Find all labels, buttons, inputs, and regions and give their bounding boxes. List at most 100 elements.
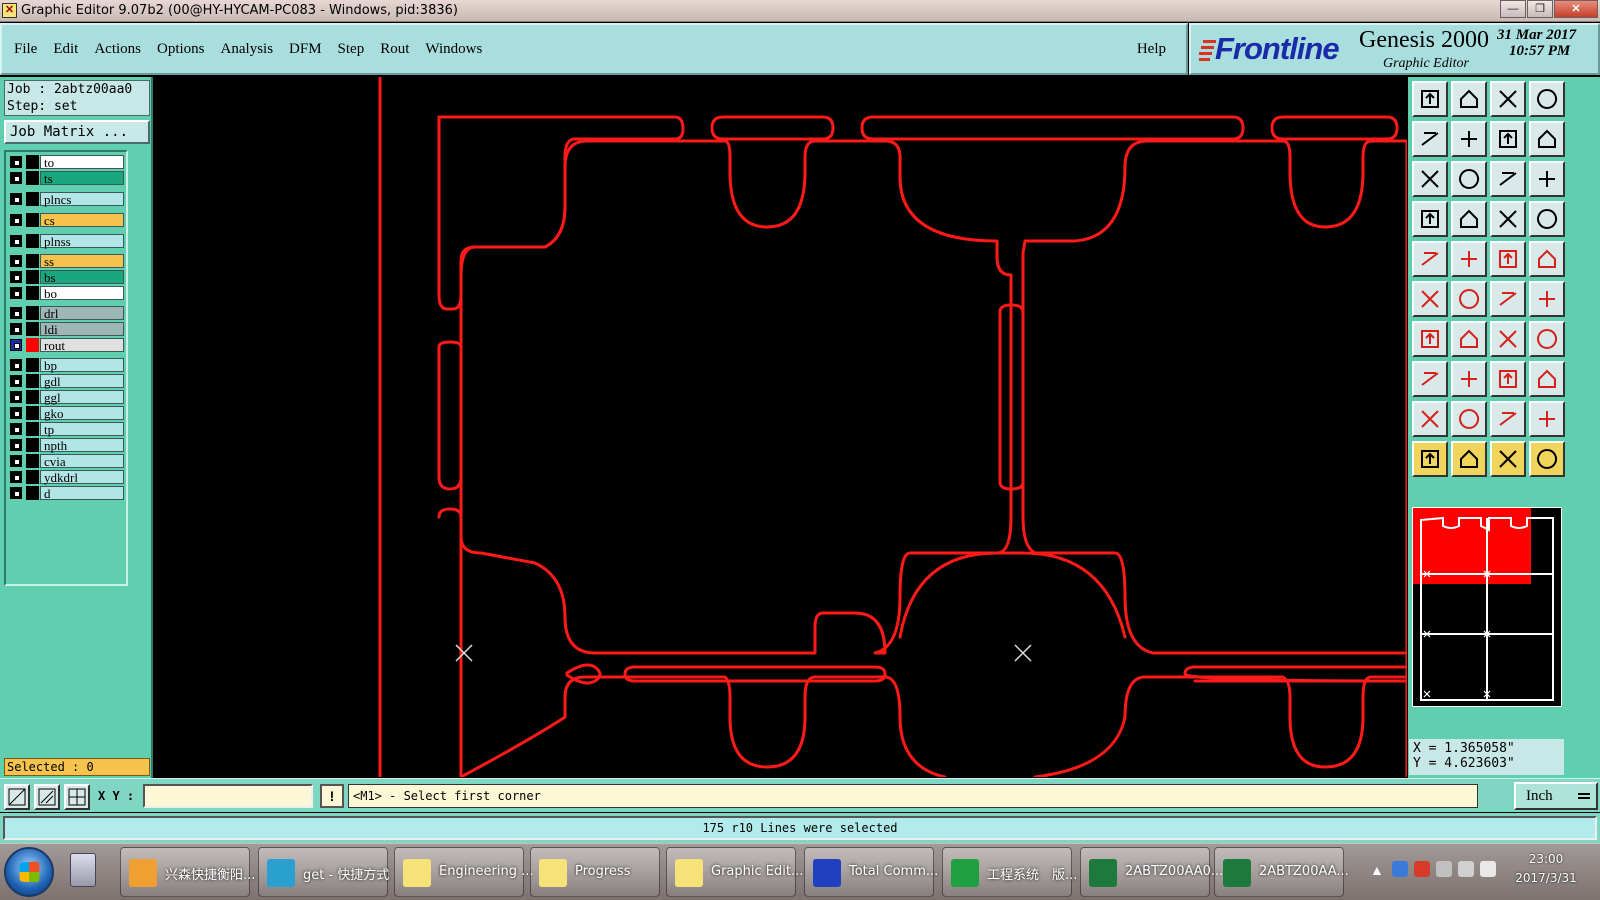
close-button[interactable]: ✕ <box>1554 0 1598 18</box>
edit-shape-button[interactable] <box>1451 241 1487 277</box>
layer-name[interactable]: tp <box>40 422 124 436</box>
fit-all-button[interactable] <box>1412 161 1448 197</box>
layer-checkbox[interactable] <box>10 214 22 226</box>
layer-row[interactable]: plnss <box>8 234 124 248</box>
menu-item[interactable]: Windows <box>425 41 482 58</box>
layer-checkbox[interactable] <box>10 487 22 499</box>
layer-row[interactable]: gdl <box>8 374 124 388</box>
layer-checkbox[interactable] <box>10 339 22 351</box>
slash-line-button[interactable] <box>1451 321 1487 357</box>
calculator-icon[interactable] <box>70 853 96 887</box>
layer-name[interactable]: rout <box>40 338 124 352</box>
mirror-button[interactable] <box>1529 321 1565 357</box>
tray-expand-icon[interactable]: ▲ <box>1370 862 1384 878</box>
select-pick-cursor-button[interactable] <box>1490 441 1526 477</box>
pan-right-button[interactable] <box>1451 121 1487 157</box>
menu-item[interactable]: File <box>14 41 37 58</box>
system-clock[interactable]: 23:00 2017/3/31 <box>1508 850 1584 888</box>
layer-name[interactable]: ss <box>40 254 124 268</box>
menu-item[interactable]: Options <box>157 41 205 58</box>
zoom-down-button[interactable] <box>1451 81 1487 117</box>
layer-name[interactable]: bo <box>40 286 124 300</box>
layer-row[interactable]: drl <box>8 306 124 320</box>
snap-tool-button[interactable] <box>4 784 30 810</box>
layer-name[interactable]: npth <box>40 438 124 452</box>
layers-toggle-button[interactable] <box>1529 201 1565 237</box>
layer-row[interactable]: npth <box>8 438 124 452</box>
layer-name[interactable]: bs <box>40 270 124 284</box>
layer-row[interactable]: bo <box>8 286 124 300</box>
redraw-button[interactable] <box>1529 121 1565 157</box>
layer-name[interactable]: ldi <box>40 322 124 336</box>
execute-button[interactable]: ! <box>320 784 344 808</box>
menu-item[interactable]: Step <box>338 41 365 58</box>
menu-item[interactable]: Actions <box>94 41 141 58</box>
point-add-button[interactable] <box>1529 281 1565 317</box>
layer-checkbox[interactable] <box>10 307 22 319</box>
xy-input[interactable] <box>143 784 313 808</box>
layer-row[interactable]: cs <box>8 213 124 227</box>
layer-checkbox[interactable] <box>10 391 22 403</box>
duplicate-button[interactable] <box>1529 361 1565 397</box>
start-button[interactable] <box>4 847 54 897</box>
rotate-arc-button[interactable] <box>1490 321 1526 357</box>
route-cursor-button[interactable] <box>1529 441 1565 477</box>
layer-row[interactable]: cvia <box>8 454 124 468</box>
layer-checkbox[interactable] <box>10 375 22 387</box>
window-button[interactable] <box>1529 81 1565 117</box>
layer-row[interactable]: d <box>8 486 124 500</box>
menu-item[interactable]: DFM <box>289 41 322 58</box>
grid-tool-button[interactable] <box>64 784 90 810</box>
settings-button[interactable] <box>1412 201 1448 237</box>
taskbar-item[interactable]: 2ABTZ00AA... <box>1214 847 1349 897</box>
layer-row[interactable]: ts <box>8 171 124 185</box>
layer-checkbox[interactable] <box>10 193 22 205</box>
layer-checkbox[interactable] <box>10 287 22 299</box>
layer-checkbox[interactable] <box>10 407 22 419</box>
select-pad-button[interactable] <box>1412 241 1448 277</box>
connect-points-button[interactable] <box>1412 281 1448 317</box>
restore-button[interactable]: ❐ <box>1527 0 1553 18</box>
layer-checkbox[interactable] <box>10 471 22 483</box>
layer-name[interactable]: plncs <box>40 192 124 206</box>
home-button[interactable] <box>1490 81 1526 117</box>
layer-row[interactable]: ss <box>8 254 124 268</box>
monitor-tray-icon[interactable] <box>1458 861 1474 877</box>
taskbar-item[interactable]: Total Comm... <box>804 847 938 897</box>
graphic-canvas[interactable] <box>155 77 1407 777</box>
menu-item[interactable]: Analysis <box>221 41 274 58</box>
measure-tool-button[interactable] <box>34 784 60 810</box>
layer-name[interactable]: ydkdrl <box>40 470 124 484</box>
job-matrix-button[interactable]: Job Matrix ... <box>4 120 150 144</box>
snap-layers-button[interactable] <box>1490 201 1526 237</box>
layer-checkbox[interactable] <box>10 359 22 371</box>
layer-name[interactable]: gko <box>40 406 124 420</box>
layer-name[interactable]: ts <box>40 171 124 185</box>
layer-checkbox[interactable] <box>10 455 22 467</box>
taskbar-item[interactable]: Engineering ... <box>394 847 534 897</box>
layer-row[interactable]: ldi <box>8 322 124 336</box>
layer-row[interactable]: ydkdrl <box>8 470 124 484</box>
layer-row[interactable]: plncs <box>8 192 124 206</box>
select-cursor-button[interactable] <box>1412 441 1448 477</box>
ruler-button[interactable] <box>1490 241 1526 277</box>
layer-name[interactable]: drl <box>40 306 124 320</box>
help-button[interactable] <box>1529 161 1565 197</box>
units-dropdown[interactable]: Inch <box>1514 782 1598 810</box>
zoom-fit-button[interactable] <box>1451 161 1487 197</box>
layer-row[interactable]: ggl <box>8 390 124 404</box>
grid-toggle-button[interactable] <box>1451 201 1487 237</box>
minimize-button[interactable]: — <box>1500 0 1526 18</box>
add-point-button[interactable] <box>1412 361 1448 397</box>
layer-checkbox[interactable] <box>10 255 22 267</box>
layer-checkbox[interactable] <box>10 156 22 168</box>
layer-row[interactable]: to <box>8 155 124 169</box>
layer-row[interactable]: rout <box>8 338 124 352</box>
taskbar-item[interactable]: Graphic Edit... <box>666 847 803 897</box>
line-point-button[interactable] <box>1490 281 1526 317</box>
volume-tray-icon[interactable] <box>1480 861 1496 877</box>
menu-help[interactable]: Help <box>1137 41 1166 58</box>
taskbar-item[interactable]: 2ABTZ00AA0... <box>1080 847 1223 897</box>
pan-left-button[interactable] <box>1412 121 1448 157</box>
layer-checkbox[interactable] <box>10 323 22 335</box>
